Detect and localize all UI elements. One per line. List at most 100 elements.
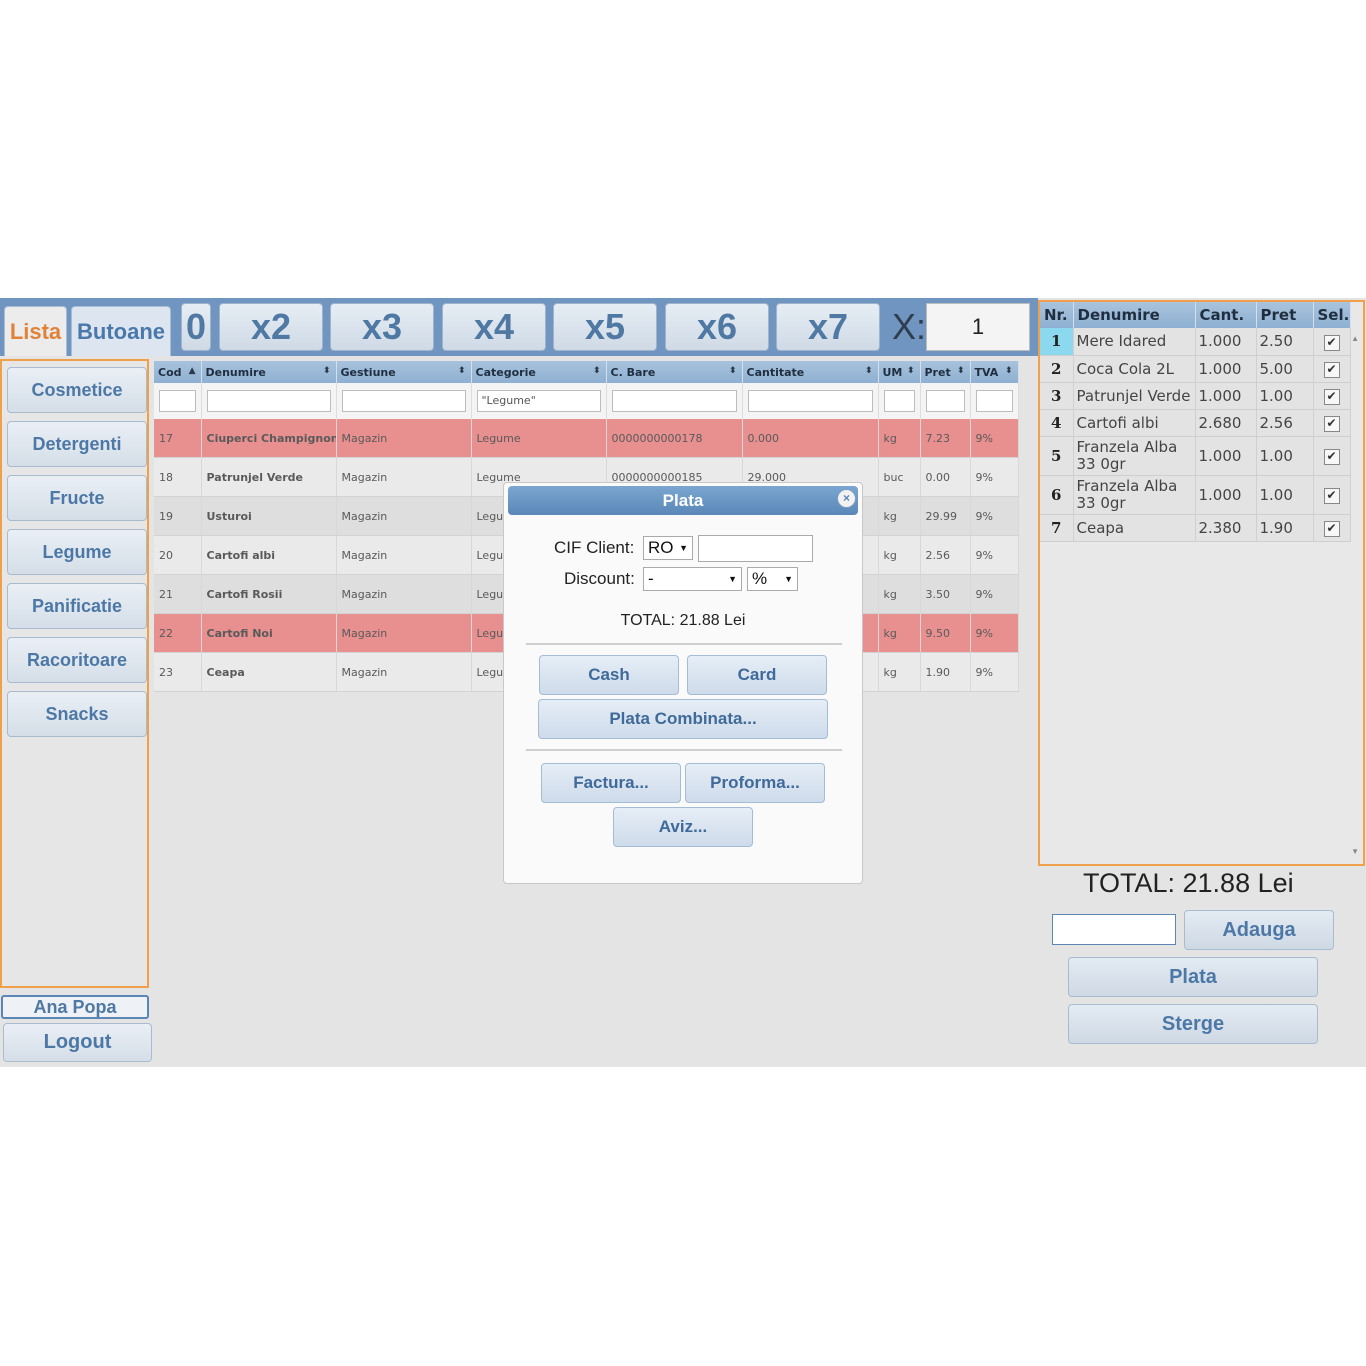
- multiplier-x6-button[interactable]: x6: [665, 303, 769, 351]
- column-label: Cantitate: [746, 365, 805, 379]
- cart-pret: 5.00: [1256, 355, 1314, 383]
- filter-categorie-input[interactable]: "Legume": [476, 390, 601, 412]
- scroll-up-icon[interactable]: ▲: [1351, 334, 1359, 343]
- barcode-input[interactable]: [1052, 914, 1176, 945]
- tab-lista[interactable]: Lista: [4, 306, 67, 356]
- sort-icon: ⬍: [728, 366, 737, 376]
- cell-cod: 18: [154, 457, 202, 497]
- multiplier-x7-button[interactable]: x7: [776, 303, 880, 351]
- cell-pret: 7.23: [920, 419, 971, 458]
- select-checkbox[interactable]: ✔: [1323, 449, 1340, 465]
- select-checkbox[interactable]: ✔: [1323, 362, 1340, 378]
- delete-button[interactable]: Sterge: [1068, 1004, 1318, 1044]
- quantity-input[interactable]: 1: [926, 303, 1030, 351]
- delivery-note-button[interactable]: Aviz...: [613, 807, 753, 847]
- cart-nr: 3: [1040, 382, 1074, 410]
- logout-button[interactable]: Logout: [3, 1023, 152, 1062]
- cell-gestiune: Magazin: [336, 535, 472, 575]
- scroll-down-icon[interactable]: ▼: [1351, 847, 1359, 856]
- select-checkbox[interactable]: ✔: [1323, 488, 1340, 504]
- divider: [526, 749, 842, 751]
- sort-icon: ⬍: [956, 366, 965, 376]
- category-detergenti-button[interactable]: Detergenti: [7, 421, 147, 467]
- cell-cod: 23: [154, 652, 202, 692]
- filter-tva-input[interactable]: [975, 390, 1013, 412]
- multiplier-x4-button[interactable]: x4: [442, 303, 546, 351]
- combined-payment-button[interactable]: Plata Combinata...: [538, 699, 828, 739]
- divider: [526, 643, 842, 645]
- select-checkbox[interactable]: ✔: [1323, 416, 1340, 432]
- filter-pret-input[interactable]: [925, 390, 965, 412]
- cart-row[interactable]: 2 Coca Cola 2L 1.000 5.00 ✔: [1040, 355, 1351, 383]
- select-checkbox[interactable]: ✔: [1323, 334, 1340, 351]
- discount-unit-select[interactable]: % ▼: [747, 567, 798, 591]
- cart-row[interactable]: 1 Mere Idared 1.000 2.50 ✔: [1040, 328, 1351, 356]
- invoice-button[interactable]: Factura...: [541, 763, 681, 803]
- cart-header-cant: Cant.: [1195, 302, 1257, 328]
- cart-row[interactable]: 6 Franzela Alba 33 0gr 1.000 1.00 ✔: [1040, 475, 1351, 515]
- cart-row[interactable]: 4 Cartofi albi 2.680 2.56 ✔: [1040, 409, 1351, 437]
- multiplier-x3-button[interactable]: x3: [330, 303, 434, 351]
- cell-denumire: Cartofi albi: [201, 535, 337, 575]
- cart-pret: 1.00: [1256, 475, 1314, 515]
- cart-cant: 1.000: [1195, 436, 1257, 476]
- category-cosmetice-button[interactable]: Cosmetice: [7, 367, 147, 413]
- cif-input[interactable]: [698, 535, 813, 562]
- cart-nr: 6: [1040, 475, 1074, 515]
- filter-cantitate-input[interactable]: [747, 390, 873, 412]
- multiplier-0-button[interactable]: 0: [181, 303, 211, 351]
- column-header-pret[interactable]: Pret ⬍: [920, 361, 971, 383]
- filter-cbare-input[interactable]: [611, 390, 737, 412]
- category-legume-button[interactable]: Legume: [7, 529, 147, 575]
- cif-prefix-select[interactable]: RO ▼: [643, 536, 693, 560]
- filter-gestiune-input[interactable]: [341, 390, 466, 412]
- column-header-tva[interactable]: TVA ⬍: [970, 361, 1019, 383]
- column-header-denumire[interactable]: Denumire ⬍: [201, 361, 337, 383]
- column-header-um[interactable]: UM ⬍: [878, 361, 921, 383]
- close-icon[interactable]: ×: [837, 489, 856, 508]
- tab-butoane[interactable]: Butoane: [71, 306, 171, 356]
- discount-label: Discount:: [564, 569, 635, 588]
- category-racoritoare-button[interactable]: Racoritoare: [7, 637, 147, 683]
- cart-row[interactable]: 5 Franzela Alba 33 0gr 1.000 1.00 ✔: [1040, 436, 1351, 476]
- cell-pret: 0.00: [920, 457, 971, 497]
- pay-button[interactable]: Plata: [1068, 957, 1318, 997]
- filter-denumire-input[interactable]: [206, 390, 331, 412]
- add-button[interactable]: Adauga: [1184, 910, 1334, 950]
- column-header-cod[interactable]: Cod ▲: [154, 361, 202, 383]
- cart-row[interactable]: 3 Patrunjel Verde 1.000 1.00 ✔: [1040, 382, 1351, 410]
- multiplier-x2-button[interactable]: x2: [219, 303, 323, 351]
- dropdown-arrow-icon: ▼: [784, 574, 793, 584]
- select-checkbox[interactable]: ✔: [1323, 521, 1340, 537]
- proforma-button[interactable]: Proforma...: [685, 763, 825, 803]
- dialog-title-bar[interactable]: Plata: [508, 486, 858, 515]
- select-checkbox[interactable]: ✔: [1323, 389, 1340, 405]
- category-fructe-button[interactable]: Fructe: [7, 475, 147, 521]
- filter-cod-input[interactable]: [159, 390, 196, 412]
- multiplier-x5-button[interactable]: x5: [553, 303, 657, 351]
- category-panificatie-button[interactable]: Panificatie: [7, 583, 147, 629]
- cell-gestiune: Magazin: [336, 652, 472, 692]
- cell-um: buc: [878, 457, 921, 497]
- cash-button[interactable]: Cash: [539, 655, 679, 695]
- cell-gestiune: Magazin: [336, 613, 472, 653]
- column-header-gestiune[interactable]: Gestiune ⬍: [336, 361, 472, 383]
- dialog-total: TOTAL: 21.88 Lei: [620, 612, 746, 629]
- column-label: Denumire: [205, 365, 266, 379]
- cart-row[interactable]: 7 Ceapa 2.380 1.90 ✔: [1040, 514, 1351, 542]
- card-button[interactable]: Card: [687, 655, 827, 695]
- cart-nr: 2: [1040, 355, 1074, 383]
- column-header-categorie[interactable]: Categorie ⬍: [471, 361, 607, 383]
- column-header-cbare[interactable]: C. Bare ⬍: [606, 361, 743, 383]
- discount-select[interactable]: - ▼: [643, 567, 742, 591]
- column-header-cantitate[interactable]: Cantitate ⬍: [742, 361, 879, 383]
- cart-header-nr: Nr.: [1040, 302, 1074, 328]
- dropdown-arrow-icon: ▼: [679, 543, 688, 553]
- cif-prefix-value: RO: [648, 538, 674, 557]
- cell-cantitate: 0.000: [742, 419, 879, 458]
- cell-um: kg: [878, 535, 921, 575]
- cell-pret: 29.99: [920, 496, 971, 536]
- category-snacks-button[interactable]: Snacks: [7, 691, 147, 737]
- filter-um-input[interactable]: [883, 390, 915, 412]
- table-row[interactable]: 17 Ciuperci Champignon Magazin Legume 00…: [154, 419, 1019, 458]
